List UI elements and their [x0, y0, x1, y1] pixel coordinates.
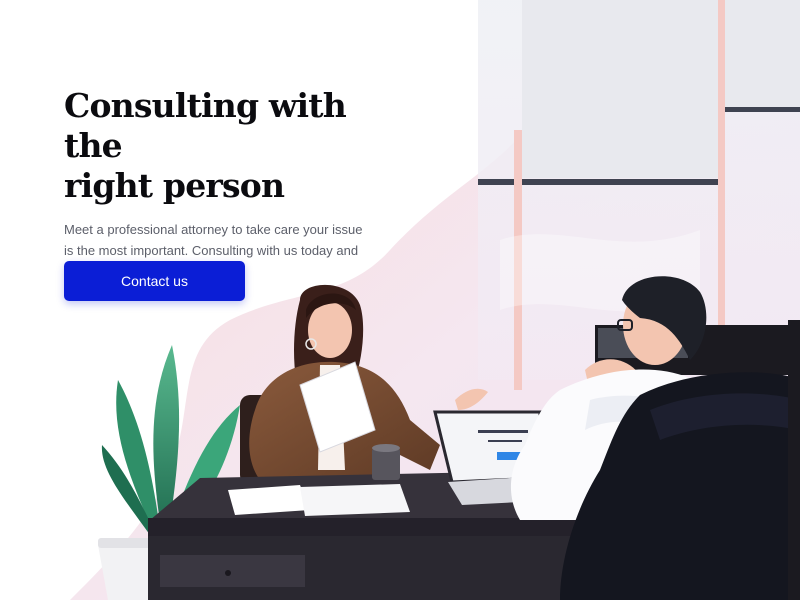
- headline-line-2: right person: [64, 166, 285, 205]
- headline-line-1: Consulting with the: [64, 86, 347, 165]
- page-title: Consulting with the right person: [64, 86, 394, 206]
- contact-us-button[interactable]: Contact us: [64, 261, 245, 301]
- hero-section: Consulting with the right person Meet a …: [64, 86, 394, 301]
- coffee-cup-icon: [372, 444, 400, 480]
